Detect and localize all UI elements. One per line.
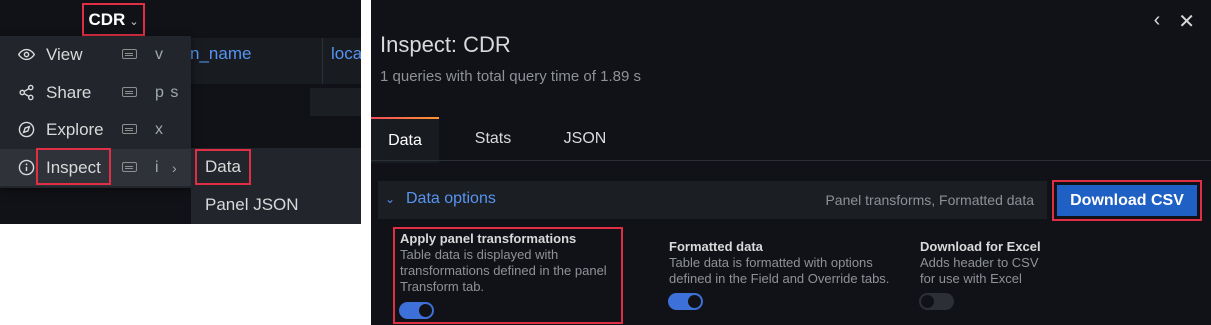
panel-menu-screenshot: n_name loca CDR ⌄ View v Share p s Explo…	[0, 0, 361, 224]
option-description: Adds header to CSV for use with Excel	[920, 255, 1120, 287]
query-stats-text: 1 queries with total query time of 1.89 …	[380, 68, 641, 85]
drawer-controls: ‹ ✕	[1154, 9, 1195, 34]
chevron-right-icon: ›	[172, 159, 177, 176]
submenu-item-label: Panel JSON	[205, 195, 299, 214]
data-highlight-box	[195, 149, 251, 185]
data-options-header[interactable]: ⌄ Data options Panel transforms, Formatt…	[378, 181, 1047, 219]
option-description-line: Adds header to CSV	[920, 255, 1039, 270]
option-description: Table data is formatted with options def…	[669, 255, 909, 287]
inspect-highlight-box	[36, 148, 111, 185]
tab-stats[interactable]: Stats	[460, 117, 526, 161]
shortcut-key: v	[155, 45, 164, 63]
shortcut-key: p s	[155, 83, 180, 101]
menu-item-explore[interactable]: Explore x	[0, 111, 191, 148]
keyboard-icon	[122, 124, 137, 134]
eye-icon	[18, 48, 35, 61]
option-title: Download for Excel	[920, 239, 1041, 254]
menu-item-view[interactable]: View v	[0, 36, 191, 73]
data-options-label: Data options	[406, 190, 496, 207]
download-csv-button[interactable]: Download CSV	[1057, 185, 1197, 216]
keyboard-icon	[122, 49, 137, 59]
keyboard-icon	[122, 87, 137, 97]
chevron-left-icon[interactable]: ‹	[1154, 9, 1161, 34]
menu-item-share[interactable]: Share p s	[0, 74, 191, 111]
option-description-line: defined in the Field and Override tabs.	[669, 271, 890, 286]
page-title: Inspect: CDR	[380, 32, 511, 57]
option-title: Formatted data	[669, 239, 763, 254]
tab-data[interactable]: Data	[371, 117, 439, 163]
table-column-header[interactable]: n_name	[190, 44, 251, 64]
menu-item-label: Explore	[46, 119, 104, 139]
column-divider	[322, 38, 323, 84]
chevron-down-icon: ⌄	[385, 192, 396, 206]
menu-item-label: Share	[46, 82, 92, 102]
download-for-excel-toggle[interactable]	[919, 293, 954, 310]
toggle-knob	[921, 295, 934, 308]
compass-icon	[18, 121, 35, 138]
panel-title-button[interactable]: CDR ⌄	[82, 3, 145, 36]
formatted-data-toggle[interactable]	[668, 293, 703, 310]
close-icon[interactable]: ✕	[1178, 9, 1195, 34]
table-row	[310, 88, 361, 116]
tab-json[interactable]: JSON	[552, 117, 618, 161]
option-formatted-data: Formatted data Table data is formatted w…	[669, 239, 909, 287]
panel-title: CDR	[88, 9, 126, 29]
submenu-item-panel-json[interactable]: Panel JSON	[191, 186, 361, 224]
download-highlight-box: Download CSV	[1052, 180, 1202, 221]
option-download-for-excel: Download for Excel Adds header to CSV fo…	[920, 239, 1120, 287]
option-description-line: Table data is formatted with options	[669, 255, 873, 270]
menu-item-label: View	[46, 44, 83, 64]
data-options-summary: Panel transforms, Formatted data	[825, 192, 1034, 208]
info-circle-icon	[18, 159, 35, 176]
tabs-divider	[371, 160, 1211, 161]
table-column-header[interactable]: loca	[331, 44, 361, 64]
shortcut-key: x	[155, 120, 164, 138]
option-highlight-box	[393, 227, 623, 324]
chevron-down-icon: ⌄	[129, 15, 139, 28]
share-icon	[19, 84, 34, 101]
option-description-line: for use with Excel	[920, 271, 1022, 286]
inspect-drawer: ‹ ✕ Inspect: CDR 1 queries with total qu…	[371, 0, 1211, 325]
shortcut-key: i	[155, 158, 160, 176]
toggle-knob	[688, 295, 701, 308]
keyboard-icon	[122, 162, 137, 172]
